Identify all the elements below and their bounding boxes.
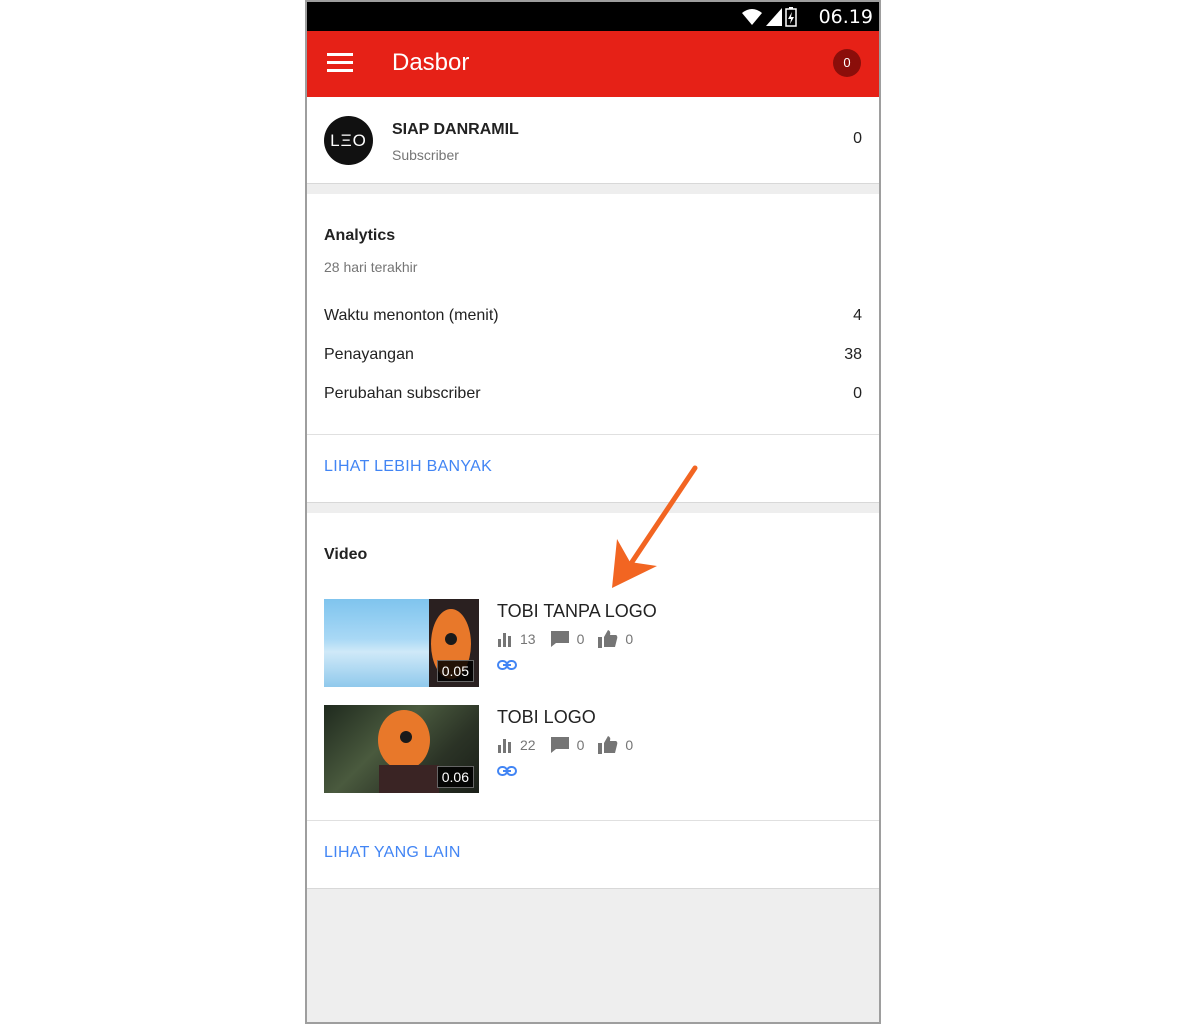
see-more-videos-button[interactable]: LIHAT YANG LAIN [324, 844, 461, 862]
video-thumbnail[interactable]: 0.06 [324, 705, 479, 793]
status-time: 06.19 [818, 6, 873, 28]
status-bar: 06.19 [307, 0, 879, 31]
link-icon[interactable] [497, 658, 517, 672]
divider [307, 820, 879, 821]
metric-row: Waktu menonton (menit) 4 [324, 307, 862, 329]
comment-icon [550, 737, 569, 753]
metric-label: Penayangan [324, 346, 414, 363]
comment-count: 0 [576, 737, 585, 753]
analytics-title: Analytics [324, 227, 396, 244]
video-title[interactable]: TOBI LOGO [497, 707, 862, 728]
like-count: 0 [625, 737, 634, 753]
channel-name: SIAP DANRAMIL [392, 121, 519, 138]
see-more-analytics-button[interactable]: LIHAT LEBIH BANYAK [324, 458, 492, 476]
views-bar-chart-icon [498, 739, 511, 753]
video-duration: 0.06 [436, 766, 474, 788]
thumbs-up-icon [598, 736, 618, 754]
link-icon[interactable] [497, 764, 517, 778]
metric-row: Penayangan 38 [324, 346, 862, 368]
view-count: 22 [520, 737, 536, 753]
divider [307, 434, 879, 435]
channel-card[interactable]: LΞO SIAP DANRAMIL Subscriber 0 [307, 97, 879, 184]
channel-subtitle: Subscriber [392, 147, 459, 163]
video-section-title: Video [324, 546, 368, 563]
comment-icon [550, 631, 569, 647]
avatar: LΞO [324, 116, 373, 165]
menu-icon[interactable] [327, 53, 353, 75]
video-thumbnail[interactable]: 0.05 [324, 599, 479, 687]
metric-value: 0 [853, 385, 862, 402]
video-card: Video 0.05 TOBI TANPA LOGO 13 0 0 0.06 T… [307, 513, 879, 889]
analytics-period: 28 hari terakhir [324, 259, 418, 275]
subscriber-count: 0 [853, 130, 862, 147]
metric-label: Perubahan subscriber [324, 385, 481, 402]
metric-value: 4 [853, 307, 862, 324]
video-item[interactable]: 0.06 TOBI LOGO 22 0 0 [324, 705, 862, 793]
page-title: Dasbor [392, 49, 470, 76]
views-bar-chart-icon [498, 633, 511, 647]
wifi-icon [742, 9, 762, 25]
metric-value: 38 [844, 346, 862, 363]
metric-label: Waktu menonton (menit) [324, 307, 499, 324]
analytics-card: Analytics 28 hari terakhir Waktu menonto… [307, 194, 879, 503]
signal-icon [766, 8, 782, 26]
notification-badge[interactable]: 0 [833, 49, 861, 77]
metric-row: Perubahan subscriber 0 [324, 385, 862, 407]
thumbnail-mask-image [378, 710, 439, 793]
like-count: 0 [625, 631, 634, 647]
phone-frame: 06.19 Dasbor 0 LΞO SIAP DANRAMIL Subscri… [305, 0, 881, 1024]
video-title[interactable]: TOBI TANPA LOGO [497, 601, 862, 622]
comment-count: 0 [576, 631, 585, 647]
thumbs-up-icon [598, 630, 618, 648]
video-duration: 0.05 [436, 660, 474, 682]
app-bar: Dasbor 0 [307, 31, 879, 97]
status-icons [741, 7, 797, 27]
view-count: 13 [520, 631, 536, 647]
battery-icon [785, 7, 797, 27]
video-item[interactable]: 0.05 TOBI TANPA LOGO 13 0 0 [324, 599, 862, 687]
